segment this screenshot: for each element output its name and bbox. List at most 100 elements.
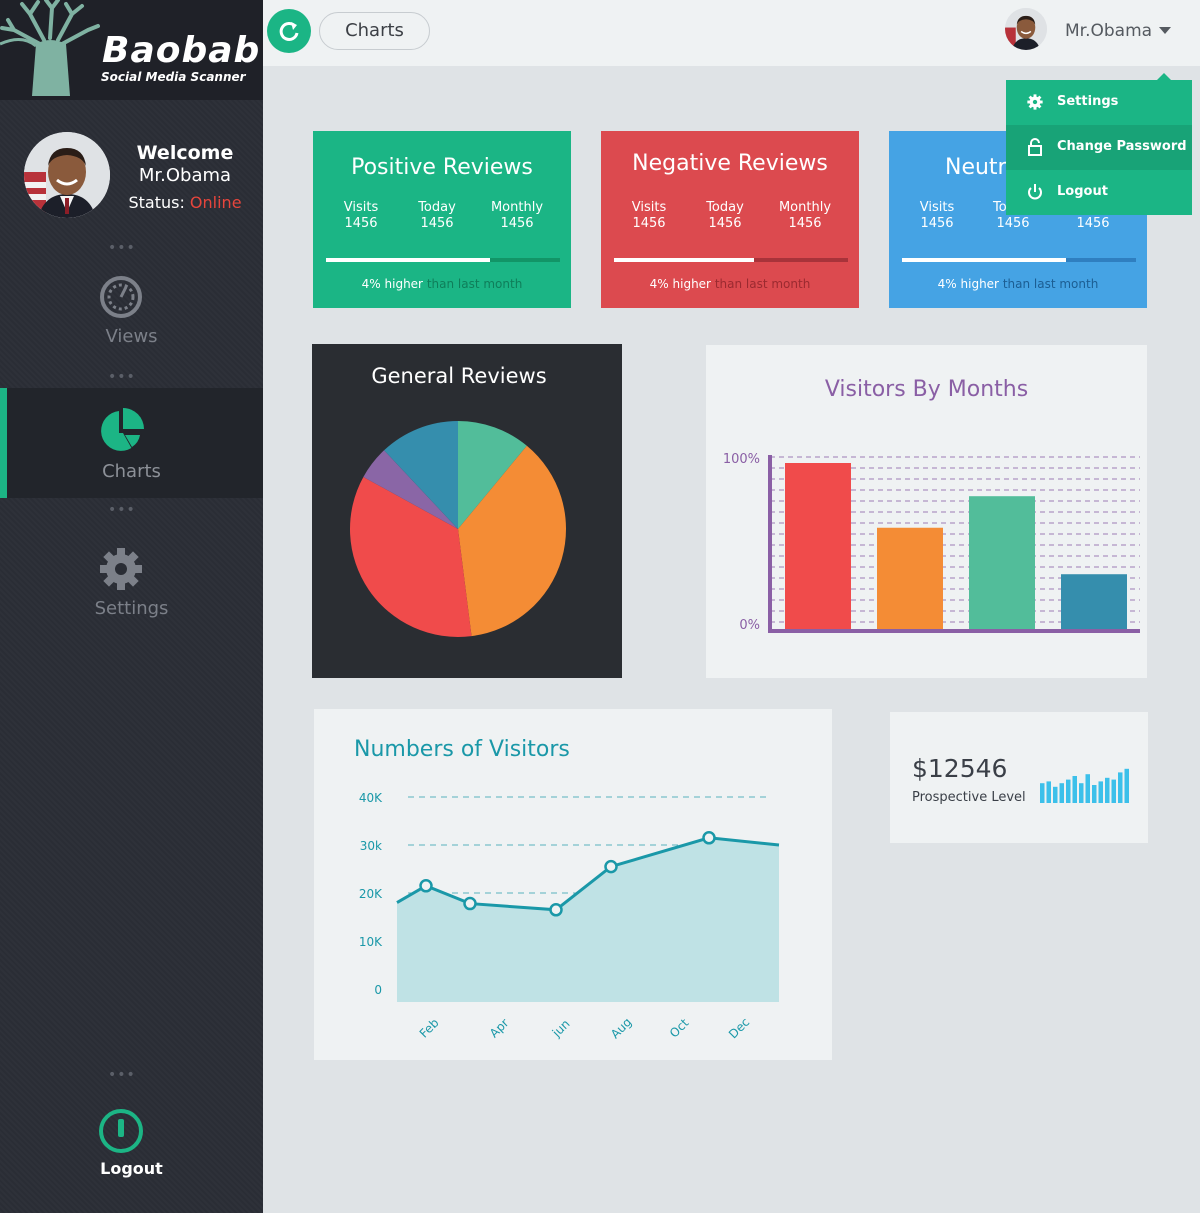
prospective-level-card: $12546 Prospective Level: [890, 712, 1148, 843]
separator-dots: •••: [108, 369, 136, 385]
progress-fill: [614, 258, 755, 262]
stat-label: Visits: [631, 200, 667, 215]
sparkline-bars: [1040, 768, 1129, 803]
stat-visits: Visits 1456: [619, 200, 679, 232]
sidebar-item-views[interactable]: Views: [0, 262, 263, 362]
pie-chart-icon: [101, 408, 144, 451]
data-point: [702, 831, 716, 845]
power-icon: [99, 1109, 143, 1153]
bar: [785, 463, 851, 629]
power-icon: [1028, 184, 1042, 200]
note-strong: 4% higher: [937, 277, 999, 291]
y-tick-label: 0: [374, 983, 382, 997]
note-strong: 4% higher: [649, 277, 711, 291]
stat-label: Monthly: [778, 200, 832, 215]
refresh-button[interactable]: [267, 9, 311, 53]
bar: [1061, 574, 1127, 629]
stat-visits: Visits 1456: [331, 200, 391, 232]
status-line: Status: Online: [120, 193, 250, 212]
profile-photo: [24, 132, 110, 218]
topbar-user-name: Mr.Obama: [1065, 21, 1153, 41]
menu-item-change-password[interactable]: Change Password: [1006, 125, 1192, 170]
card-note: 4% higher than last month: [313, 277, 571, 291]
numbers-of-visitors-card: Numbers of Visitors 40K 30k 20K 10K 0 Feb Apr j…: [314, 709, 832, 1060]
logout-label: Logout: [100, 1159, 163, 1178]
data-point: [549, 903, 563, 917]
y-tick-label: 10K: [359, 935, 383, 949]
stat-monthly: Monthly 1456: [483, 200, 551, 232]
stat-label: Visits: [343, 200, 379, 215]
visitors-by-months-card: Visitors By Months 100% 0%: [706, 345, 1147, 678]
progress-track: [614, 258, 848, 262]
note-rest: than last month: [1002, 277, 1099, 291]
x-tick-label: Oct: [667, 1016, 692, 1041]
sidebar-item-label: Settings: [94, 598, 169, 619]
brand-header: Baobab Social Media Scanner: [0, 0, 263, 100]
y-tick-label: 0%: [739, 618, 760, 633]
bar: [877, 527, 943, 629]
area-chart: 40K 30k 20K 10K 0 Feb Apr jun Aug Oct Dec: [359, 791, 780, 1041]
sparkline-bar: [1040, 783, 1045, 803]
sparkline-bar: [1066, 779, 1071, 803]
note-strong: 4% higher: [361, 277, 423, 291]
menu-item-label: Logout: [1057, 184, 1108, 199]
status-value: Online: [189, 193, 242, 212]
chevron-down-icon: [1159, 27, 1171, 34]
separator-dots: •••: [108, 240, 136, 256]
stat-value: 1456: [420, 216, 454, 231]
sparkline-bar: [1079, 783, 1084, 803]
sidebar-item-label: Charts: [102, 461, 161, 482]
progress-track: [326, 258, 560, 262]
menu-item-logout[interactable]: Logout: [1006, 170, 1192, 215]
stat-label: Visits: [919, 200, 955, 215]
bar-chart: 100% 0%: [723, 452, 1140, 633]
card-title: Positive Reviews: [351, 155, 533, 180]
pie-chart: [350, 421, 566, 637]
stat-value: 1456: [708, 216, 742, 231]
stat-label: Today: [706, 200, 744, 215]
sparkline-bar: [1118, 772, 1123, 803]
menu-item-settings[interactable]: Settings: [1006, 80, 1192, 125]
x-tick-label: Feb: [417, 1016, 442, 1041]
stat-value: 1456: [500, 216, 534, 231]
avatar[interactable]: [24, 132, 110, 218]
card-note: 4% higher than last month: [601, 277, 859, 291]
breadcrumb[interactable]: Charts: [319, 12, 430, 50]
baobab-tree-logo: [0, 0, 100, 96]
stat-today: Today 1456: [695, 200, 755, 232]
data-point: [463, 896, 477, 911]
stat-value: 1456: [996, 216, 1030, 231]
gauge-icon: [100, 276, 142, 318]
sidebar-item-settings[interactable]: Settings: [0, 540, 263, 630]
sidebar-logout-button[interactable]: Logout: [0, 1108, 263, 1183]
menu-item-label: Change Password: [1057, 139, 1187, 154]
gear-icon: [100, 548, 142, 590]
brand-subtitle: Social Media Scanner: [101, 70, 246, 84]
data-point: [419, 879, 433, 893]
stat-monthly: Monthly 1456: [771, 200, 839, 232]
sidebar-item-charts[interactable]: Charts: [0, 388, 263, 498]
sidebar-item-label: Views: [105, 326, 158, 347]
x-tick-label: Apr: [487, 1016, 512, 1041]
stat-label: Monthly: [490, 200, 544, 215]
y-tick-label: 40K: [359, 791, 383, 805]
menu-item-label: Settings: [1057, 94, 1119, 109]
y-tick-label: 20K: [359, 887, 383, 901]
stat-value: 1456: [920, 216, 954, 231]
card-title: Negative Reviews: [632, 151, 828, 176]
stat-value: 1456: [344, 216, 378, 231]
stat-value: 1456: [1076, 216, 1110, 231]
stat-visits: Visits 1456: [907, 200, 967, 232]
user-menu-toggle[interactable]: Mr.Obama: [1003, 6, 1183, 52]
sparkline-bar: [1059, 783, 1064, 803]
avatar: [1005, 8, 1047, 50]
welcome-label: Welcome: [136, 142, 234, 164]
stat-value: 1456: [632, 216, 666, 231]
sparkline-bar: [1105, 777, 1110, 803]
sparkline-bar: [1124, 768, 1129, 803]
y-tick-label: 100%: [723, 452, 760, 467]
sparkline-bar: [1046, 781, 1051, 803]
positive-reviews-card: Positive Reviews Visits 1456 Today 1456 Mo…: [313, 131, 571, 308]
top-bar: Charts Mr.Obama: [263, 0, 1200, 66]
user-dropdown-menu: Settings Change Password Logout: [1006, 73, 1192, 215]
